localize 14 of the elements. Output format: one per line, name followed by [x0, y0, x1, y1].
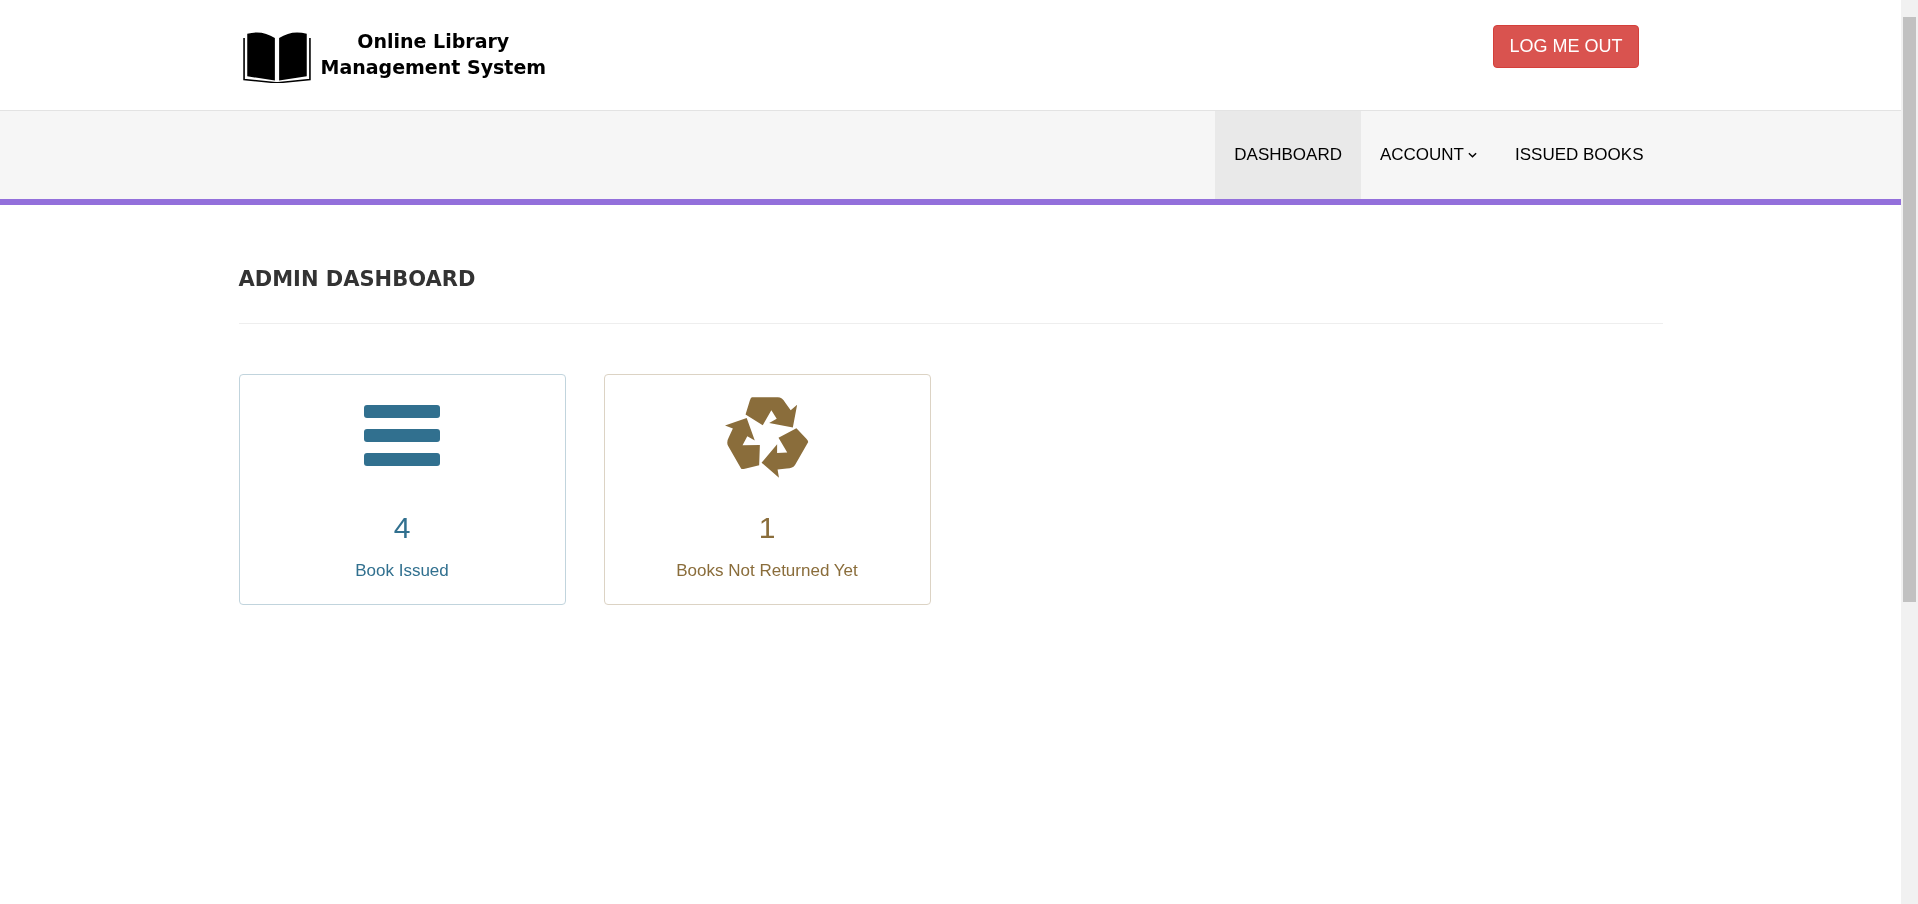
stat-label: Books Not Returned Yet [676, 561, 858, 581]
list-icon [364, 403, 440, 467]
nav-link[interactable]: ISSUED BOOKS [1496, 111, 1663, 199]
logo-title: Online Library [357, 29, 510, 54]
stat-label: Book Issued [355, 561, 449, 581]
logo-subtitle: Management System [320, 55, 547, 80]
nav-link[interactable]: DASHBOARD [1215, 111, 1361, 199]
nav-link[interactable]: ACCOUNT [1360, 111, 1496, 199]
stat-count: 4 [393, 511, 411, 545]
page-title: ADMIN DASHBOARD [238, 267, 477, 291]
logout-button[interactable]: LOG ME OUT [1493, 24, 1639, 68]
stat-count: 1 [758, 511, 776, 545]
scrollbar-thumb[interactable] [1903, 17, 1916, 602]
scrollbar[interactable] [1901, 0, 1918, 904]
